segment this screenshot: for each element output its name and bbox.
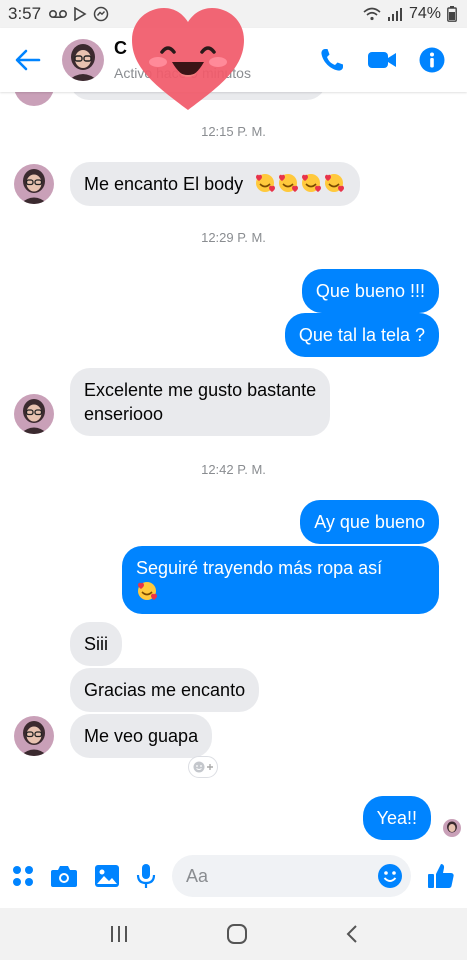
heart-sticker bbox=[132, 8, 244, 110]
camera-icon[interactable] bbox=[50, 864, 78, 888]
emoji-icon[interactable] bbox=[377, 863, 403, 889]
status-time: 3:57 bbox=[8, 4, 42, 23]
message-list[interactable]: 12:15 P. M. Me encanto El body 12:29 P. … bbox=[0, 92, 467, 844]
outgoing-message[interactable]: Yea!! bbox=[362, 796, 431, 840]
incoming-message[interactable]: Me veo guapa bbox=[70, 714, 213, 758]
gallery-icon[interactable] bbox=[94, 864, 120, 888]
like-icon[interactable] bbox=[427, 862, 455, 890]
add-reaction-icon bbox=[193, 761, 213, 773]
smiling-hearts-emoji bbox=[254, 174, 346, 194]
contact-avatar[interactable] bbox=[62, 39, 104, 81]
recent-apps-icon[interactable] bbox=[109, 925, 129, 943]
message-line: Excelente me gusto bastante bbox=[84, 380, 317, 400]
outgoing-message[interactable]: Que tal la tela ? bbox=[284, 313, 439, 357]
apps-grid-icon[interactable] bbox=[12, 865, 34, 887]
battery-percent: 74% bbox=[408, 5, 441, 22]
outgoing-message[interactable]: Seguiré trayendo más ropa así bbox=[122, 546, 439, 614]
video-camera-icon[interactable] bbox=[367, 49, 397, 71]
incoming-message[interactable]: Me encanto El body bbox=[70, 162, 361, 206]
voicemail-icon bbox=[49, 10, 68, 18]
home-icon[interactable] bbox=[226, 923, 248, 945]
seen-avatar bbox=[443, 819, 461, 837]
outgoing-message[interactable]: Ay que bueno bbox=[300, 500, 439, 544]
incoming-message[interactable]: Gracias me encanto bbox=[70, 668, 260, 712]
system-navigation-bar bbox=[0, 908, 467, 960]
outgoing-message[interactable]: Que bueno !!! bbox=[301, 269, 439, 313]
phone-icon[interactable] bbox=[319, 47, 345, 73]
message-input[interactable]: Aa bbox=[172, 855, 411, 897]
microphone-icon[interactable] bbox=[136, 863, 156, 889]
message-composer: Aa bbox=[0, 844, 467, 908]
incoming-message[interactable]: Siii bbox=[70, 622, 123, 666]
message-text: Seguiré trayendo más ropa así bbox=[136, 558, 383, 578]
battery-icon bbox=[447, 6, 457, 22]
info-icon[interactable] bbox=[419, 47, 445, 73]
smiling-hearts-emoji bbox=[136, 580, 425, 604]
timestamp: 12:29 P. M. bbox=[201, 230, 266, 245]
back-arrow-icon bbox=[15, 49, 41, 71]
back-button[interactable] bbox=[0, 28, 56, 92]
messenger-notification-icon bbox=[93, 6, 109, 22]
contact-name: C bbox=[114, 38, 127, 58]
contact-avatar-small bbox=[14, 716, 54, 756]
incoming-message[interactable]: Excelente me gusto bastante enseriooo bbox=[70, 368, 331, 436]
message-input-placeholder: Aa bbox=[186, 865, 209, 886]
play-store-icon bbox=[74, 7, 87, 21]
signal-icon bbox=[387, 8, 402, 21]
contact-avatar-small bbox=[14, 164, 54, 204]
contact-avatar-small bbox=[14, 92, 54, 106]
back-icon[interactable] bbox=[345, 924, 359, 944]
contact-avatar-small bbox=[14, 394, 54, 434]
timestamp: 12:15 P. M. bbox=[201, 124, 266, 139]
timestamp: 12:42 P. M. bbox=[201, 462, 266, 477]
add-reaction-button[interactable] bbox=[188, 756, 218, 778]
message-text: Me encanto El body bbox=[84, 174, 244, 194]
message-line: enseriooo bbox=[84, 404, 164, 424]
wifi-icon bbox=[363, 7, 381, 21]
